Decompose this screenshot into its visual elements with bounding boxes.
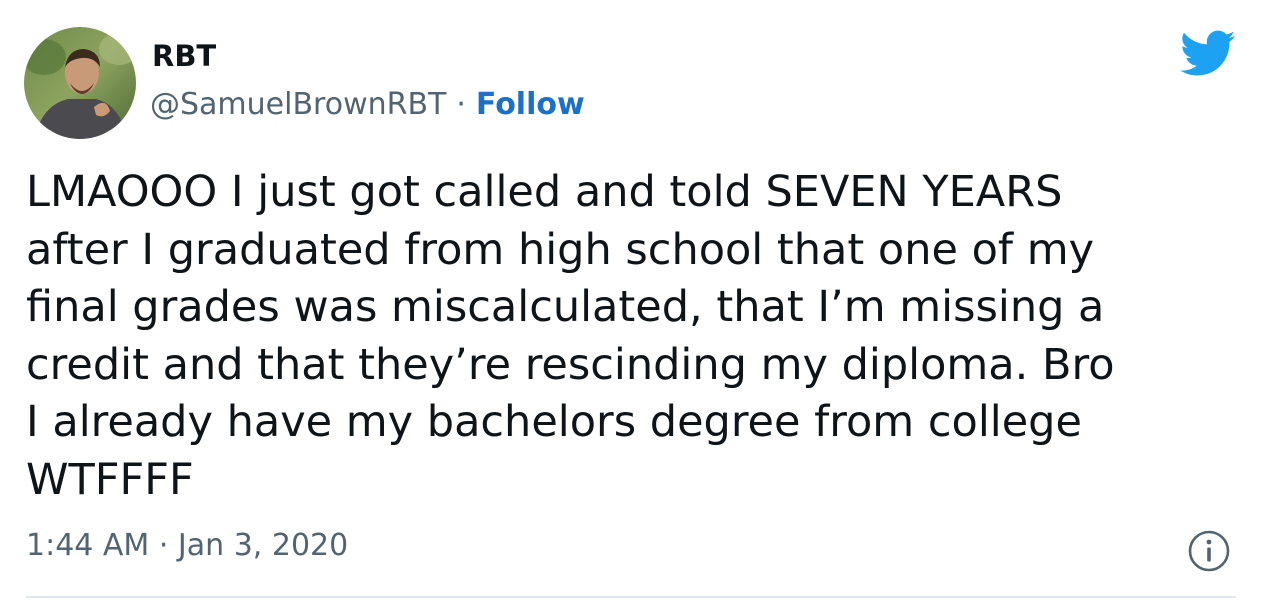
tweet-card: RBT @SamuelBrownRBT · Follow LMAOOO I just… [0, 0, 1264, 606]
info-icon[interactable] [1186, 528, 1232, 574]
author-avatar[interactable] [24, 27, 136, 139]
bottom-divider [26, 596, 1236, 598]
follow-button[interactable]: Follow [476, 87, 585, 122]
twitter-bird-icon[interactable] [1180, 30, 1236, 78]
tweet-timestamp[interactable]: 1:44 AM · Jan 3, 2020 [26, 526, 348, 566]
author-meta: @SamuelBrownRBT · Follow [150, 86, 585, 124]
meta-separator: · [456, 87, 466, 122]
author-handle[interactable]: @SamuelBrownRBT [150, 87, 446, 122]
author-display-name[interactable]: RBT [152, 38, 216, 74]
tweet-text: LMAOOO I just got called and told SEVEN … [26, 167, 1115, 505]
avatar-image [24, 27, 136, 139]
